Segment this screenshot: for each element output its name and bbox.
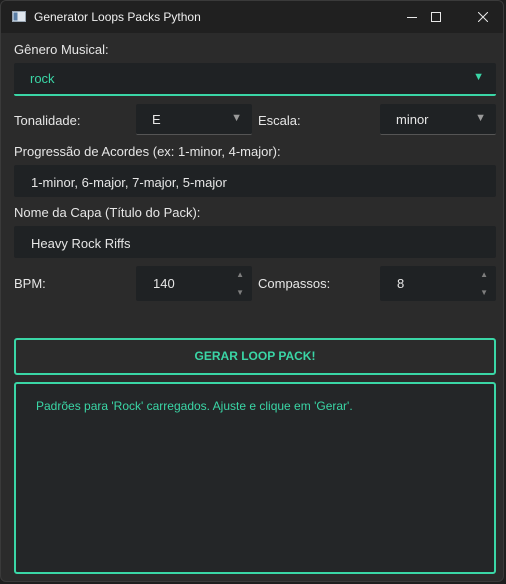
bars-label: Compassos:	[258, 276, 331, 291]
chords-label: Progressão de Acordes (ex: 1-minor, 4-ma…	[14, 144, 281, 159]
genre-label: Gênero Musical:	[14, 42, 109, 57]
tonality-combobox[interactable]: E ▼	[136, 104, 252, 135]
spin-down-icon[interactable]: ▼	[480, 288, 488, 297]
tonality-label: Tonalidade:	[14, 113, 81, 128]
app-window: Generator Loops Packs Python Gênero Musi…	[0, 0, 504, 582]
log-output[interactable]: Padrões para 'Rock' carregados. Ajuste e…	[14, 382, 496, 574]
spin-up-icon[interactable]: ▲	[236, 270, 244, 279]
chevron-down-icon[interactable]: ▼	[473, 71, 484, 83]
pack-name-input[interactable]: Heavy Rock Riffs	[14, 226, 496, 258]
tonality-value: E	[152, 112, 161, 127]
chords-input[interactable]: 1-minor, 6-major, 7-major, 5-major	[14, 165, 496, 197]
window-title: Generator Loops Packs Python	[34, 10, 201, 24]
chords-value: 1-minor, 6-major, 7-major, 5-major	[31, 175, 227, 190]
log-message: Padrões para 'Rock' carregados. Ajuste e…	[36, 399, 353, 413]
app-icon	[12, 11, 26, 22]
scale-label: Escala:	[258, 113, 301, 128]
bars-spinbox[interactable]: 8 ▲ ▼	[380, 266, 496, 301]
chevron-down-icon[interactable]: ▼	[231, 112, 242, 124]
bpm-label: BPM:	[14, 276, 46, 291]
spin-down-icon[interactable]: ▼	[236, 288, 244, 297]
scale-value: minor	[396, 112, 429, 127]
maximize-icon	[431, 12, 441, 22]
pack-name-label: Nome da Capa (Título do Pack):	[14, 205, 201, 220]
title-bar[interactable]: Generator Loops Packs Python	[1, 1, 503, 33]
maximize-button[interactable]	[413, 1, 459, 33]
genre-value: rock	[30, 71, 55, 86]
genre-combobox[interactable]: rock ▼	[14, 63, 496, 96]
generate-button[interactable]: GERAR LOOP PACK!	[14, 338, 496, 375]
chevron-down-icon[interactable]: ▼	[475, 112, 486, 124]
pack-name-value: Heavy Rock Riffs	[31, 236, 131, 251]
bars-value: 8	[397, 276, 405, 291]
scale-combobox[interactable]: minor ▼	[380, 104, 496, 135]
close-icon	[478, 12, 488, 22]
close-button[interactable]	[460, 1, 503, 33]
spin-up-icon[interactable]: ▲	[480, 270, 488, 279]
bpm-spinbox[interactable]: 140 ▲ ▼	[136, 266, 252, 301]
bpm-value: 140	[153, 276, 175, 291]
